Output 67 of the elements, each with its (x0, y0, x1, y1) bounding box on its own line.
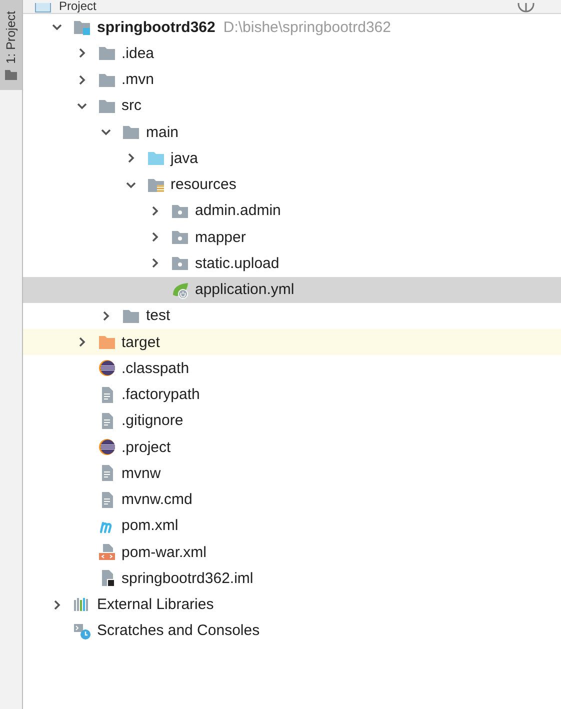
tree-item[interactable]: .gitignore (23, 408, 561, 434)
package-folder-icon (171, 228, 189, 246)
package-folder-icon (171, 254, 189, 272)
item-label: .gitignore (122, 412, 184, 430)
item-label: application.yml (195, 281, 294, 298)
xml-file-icon (98, 543, 116, 562)
tree-item[interactable]: src (23, 92, 561, 119)
tree-item[interactable]: java (23, 145, 561, 172)
eclipse-icon (98, 438, 116, 456)
tree-item[interactable]: springbootrd362 D:\bishe\springbootrd362 (23, 14, 561, 40)
project-path: D:\bishe\springbootrd362 (223, 18, 391, 36)
item-label: mvnw.cmd (122, 491, 192, 508)
locate-icon[interactable] (517, 3, 535, 13)
tree-item[interactable]: Scratches and Consoles (23, 618, 561, 644)
folder-icon (122, 123, 140, 142)
item-label: mapper (195, 228, 246, 246)
tree-item[interactable]: mvnw.cmd (23, 486, 561, 513)
tree-item[interactable]: admin.admin (23, 198, 561, 224)
item-label: .mvn (122, 71, 154, 88)
item-label: .classpath (122, 360, 190, 377)
eclipse-icon (98, 359, 116, 378)
folder-icon (5, 70, 17, 80)
tree-item[interactable]: resources (23, 172, 561, 198)
tree-item[interactable]: External Libraries (23, 592, 561, 618)
item-label: java (170, 150, 198, 167)
project-icon (35, 3, 51, 13)
tree-item[interactable]: main (23, 119, 561, 146)
tree-item[interactable]: springbootrd362.iml (23, 565, 561, 592)
tree-item[interactable]: .classpath (23, 355, 561, 382)
item-label: static.upload (195, 254, 280, 272)
source-folder-icon (146, 149, 164, 168)
item-label: admin.admin (195, 202, 281, 220)
tree-item[interactable]: .mvn (23, 66, 561, 93)
item-label: External Libraries (97, 596, 214, 614)
scratches-icon (73, 622, 91, 640)
item-label: src (122, 97, 142, 114)
item-label: mvnw (122, 464, 161, 482)
folder-icon (98, 44, 116, 62)
folder-icon (98, 333, 116, 352)
item-label: main (146, 124, 179, 141)
item-label: pom-war.xml (122, 544, 207, 561)
item-label: springbootrd362 (97, 18, 216, 36)
item-label: test (146, 307, 170, 324)
libraries-icon (73, 596, 91, 614)
module-folder-icon (73, 18, 91, 36)
tree-item[interactable]: pom.xml (23, 512, 561, 539)
tree-item[interactable]: .project (23, 434, 561, 460)
tree-item[interactable]: target (23, 329, 561, 356)
tree-item[interactable]: test (23, 302, 561, 329)
item-label: .idea (122, 44, 154, 62)
item-label: springbootrd362.iml (122, 570, 254, 587)
tree-item[interactable]: pom-war.xml (23, 539, 561, 566)
leaf-file-icon (171, 280, 189, 299)
item-label: resources (170, 176, 236, 194)
tree-item[interactable]: static.upload (23, 250, 561, 276)
item-label: Scratches and Consoles (97, 622, 260, 640)
item-label: target (122, 334, 160, 351)
item-label: .project (122, 438, 171, 456)
tree-item[interactable]: mvnw (23, 460, 561, 486)
tree-item[interactable]: mapper (23, 224, 561, 250)
item-label: .factorypath (122, 386, 200, 404)
panel-title[interactable]: Project (59, 0, 96, 13)
tree-item[interactable]: .factorypath (23, 382, 561, 408)
project-tool-tab[interactable]: 1: Project (0, 0, 22, 90)
tree-item[interactable]: application.yml (23, 276, 561, 303)
tree-item[interactable]: .idea (23, 40, 561, 66)
item-label: pom.xml (122, 517, 178, 534)
